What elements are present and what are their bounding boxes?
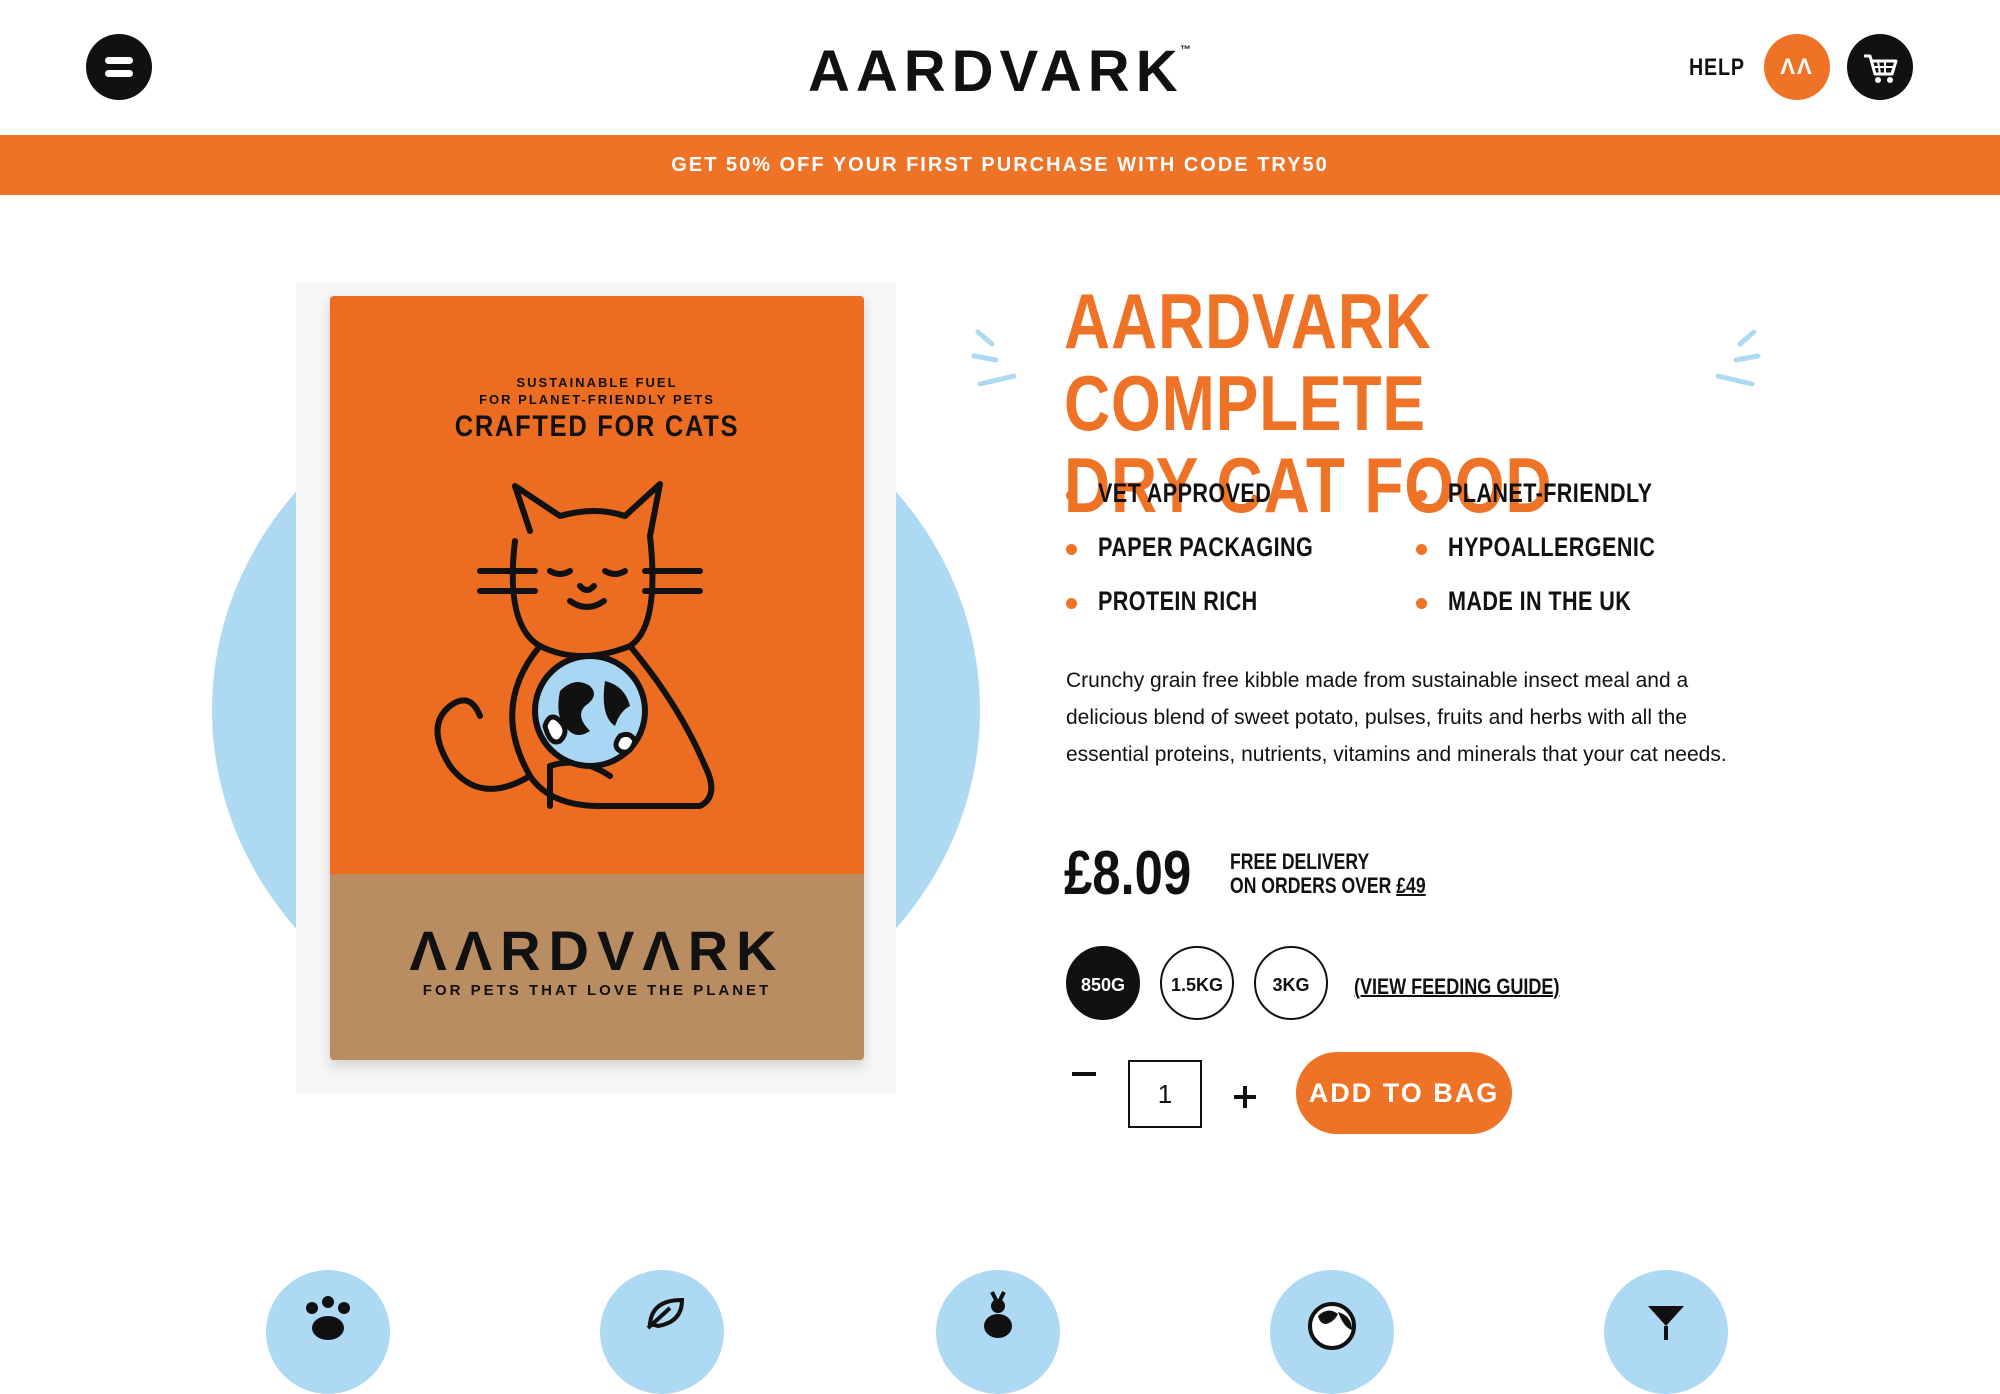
feeding-guide-link[interactable]: (VIEW FEEDING GUIDE) <box>1354 974 1559 1000</box>
paw-icon <box>306 1296 350 1340</box>
bullet-icon <box>1066 490 1077 501</box>
cat-illustration-icon <box>434 481 715 809</box>
insect-icon <box>984 1291 1012 1338</box>
spark-right-icon <box>1715 329 1761 387</box>
add-to-bag-button[interactable]: ADD TO BAG <box>1296 1052 1512 1134</box>
bullet-icon <box>1416 490 1427 501</box>
size-option-3kg[interactable]: 3KG <box>1254 946 1328 1020</box>
cart-button[interactable] <box>1847 34 1913 100</box>
menu-icon[interactable] <box>86 34 152 100</box>
cart-icon <box>1864 54 1898 83</box>
benefit-circle-leaf <box>600 1270 724 1394</box>
bag-tagline: FOR PETS THAT LOVE THE PLANET <box>422 982 772 999</box>
site-logo[interactable]: AARDVARK <box>808 38 1184 105</box>
bag-fuel-text: SUSTAINABLE FUEL FOR PLANET-FRIENDLY PET… <box>479 375 715 407</box>
bullet-icon <box>1416 598 1427 609</box>
size-option-1-5kg[interactable]: 1.5KG <box>1160 946 1234 1020</box>
feature-item: PLANET-FRIENDLY <box>1448 478 1653 508</box>
feature-item: MADE IN THE UK <box>1448 586 1632 616</box>
logo-trademark: ™ <box>1180 44 1191 56</box>
bullet-icon <box>1066 598 1077 609</box>
help-link[interactable]: HELP <box>1689 54 1745 82</box>
feature-item: PROTEIN RICH <box>1098 586 1258 616</box>
feature-item: HYPOALLERGENIC <box>1448 532 1656 562</box>
quantity-increase-button[interactable] <box>1234 1086 1256 1108</box>
benefit-circle-heart <box>1604 1270 1728 1394</box>
bullet-icon <box>1416 544 1427 555</box>
benefit-circle-insect <box>936 1270 1060 1394</box>
benefit-circle-globe <box>1270 1270 1394 1394</box>
account-button[interactable]: ΛΛ <box>1764 34 1830 100</box>
quantity-decrease-button[interactable] <box>1072 1072 1096 1076</box>
product-bag-image: SUSTAINABLE FUEL FOR PLANET-FRIENDLY PET… <box>330 296 864 1060</box>
benefit-circle-paw <box>266 1270 390 1394</box>
leaf-icon <box>646 1297 685 1330</box>
heart-icon <box>1648 1306 1684 1340</box>
delivery-threshold: £49 <box>1396 873 1426 898</box>
feature-item: PAPER PACKAGING <box>1098 532 1314 562</box>
globe-icon <box>1308 1302 1356 1350</box>
quantity-input[interactable]: 1 <box>1128 1060 1202 1128</box>
spark-left-icon <box>971 329 1017 387</box>
product-price: £8.09 <box>1064 839 1192 908</box>
size-option-850g[interactable]: 850G <box>1066 946 1140 1020</box>
promo-banner: GET 50% OFF YOUR FIRST PURCHASE WITH COD… <box>0 135 2000 195</box>
delivery-note: FREE DELIVERY ON ORDERS OVER £49 <box>1230 849 1426 898</box>
bullet-icon <box>1066 544 1077 555</box>
feature-item: VET APPROVED <box>1098 478 1272 508</box>
bag-crafted-text: CRAFTED FOR CATS <box>454 410 740 443</box>
product-description: Crunchy grain free kibble made from sust… <box>1066 669 1727 766</box>
bag-logo: ΛΛRDVΛRK <box>409 919 785 982</box>
